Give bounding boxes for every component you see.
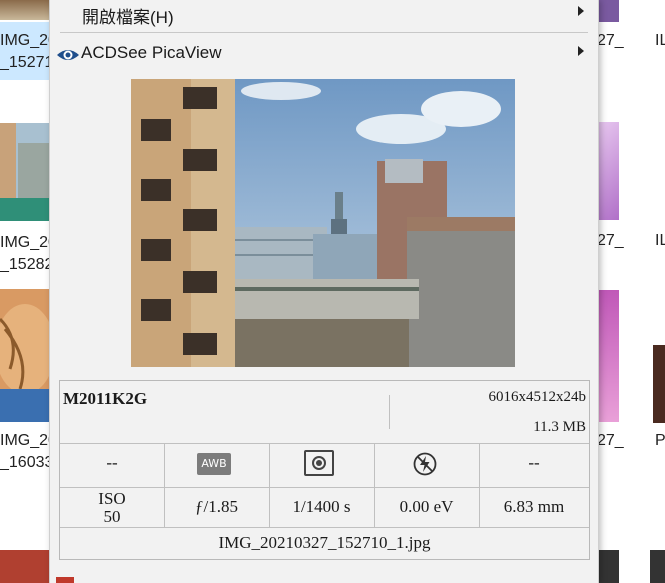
divider (164, 443, 165, 487)
file-size: 11.3 MB (533, 419, 586, 435)
background-label: IL (655, 32, 665, 49)
divider (389, 395, 390, 429)
background-thumbnail-1[interactable] (0, 0, 49, 20)
photo-preview (131, 79, 515, 367)
background-label: 27_ (597, 432, 624, 449)
iso-label: ISO (98, 489, 126, 508)
background-thumbnail-5[interactable] (597, 0, 619, 22)
shutter-speed-value: 1/1400 s (292, 497, 351, 516)
flash-off-icon (413, 452, 437, 476)
exposure-mode-value: -- (528, 453, 540, 472)
background-thumbnail-7[interactable] (597, 290, 619, 422)
image-resolution: 6016x4512x24b (488, 389, 587, 405)
white-balance-icon: AWB (197, 453, 231, 475)
background-thumbnail-8[interactable] (653, 345, 665, 423)
divider (269, 443, 270, 487)
background-label: 27_ (597, 232, 624, 249)
cat-thumbnail-image (0, 289, 49, 422)
background-label: IL (655, 232, 665, 249)
menu-item-label: 開啟檔案(H) (82, 8, 174, 27)
menu-item-open-file[interactable]: 開啟檔案(H) (50, 0, 598, 30)
exposure-bias-value: 0.00 eV (399, 497, 454, 516)
divider (60, 487, 589, 488)
camera-model: M2011K2G (63, 389, 148, 408)
menu-item-next[interactable] (52, 573, 600, 583)
background-thumbnail-2[interactable] (0, 123, 49, 221)
background-label: P (655, 432, 665, 449)
background-label: 27_ (597, 32, 624, 49)
background-label: _15282 (0, 256, 54, 273)
chevron-right-icon (578, 46, 584, 56)
metering-mode-icon (304, 450, 334, 476)
eye-logo-icon (57, 50, 79, 60)
menu-item-picaview[interactable]: ACDSee PicaView (50, 40, 598, 70)
context-menu: 開啟檔案(H) ACDSee PicaView M2011K2G 6016x45… (49, 0, 599, 583)
chevron-right-icon (578, 6, 584, 16)
iso-value: 50 (103, 507, 121, 526)
exposure-program-value: -- (106, 453, 118, 472)
film-thumbnail-icon[interactable] (597, 550, 619, 583)
background-label: _16033 (0, 454, 54, 471)
aperture-value: ƒ/1.85 (195, 497, 238, 516)
file-name: IMG_20210327_152710_1.jpg (218, 533, 431, 552)
divider (374, 443, 375, 487)
app-icon (56, 577, 74, 583)
divider (60, 527, 589, 528)
film-thumbnail-icon[interactable] (650, 550, 665, 583)
background-thumbnail-4[interactable] (0, 550, 49, 583)
building-thumbnail-image (0, 123, 49, 221)
divider (60, 443, 589, 444)
menu-separator (60, 32, 588, 33)
background-thumbnail-3[interactable] (0, 289, 49, 422)
menu-item-label: ACDSee PicaView (81, 43, 222, 62)
focal-length-value: 6.83 mm (503, 497, 565, 516)
background-thumbnail-6[interactable] (597, 122, 619, 220)
exif-info-panel: M2011K2G 6016x4512x24b 11.3 MB -- AWB --… (59, 380, 590, 560)
